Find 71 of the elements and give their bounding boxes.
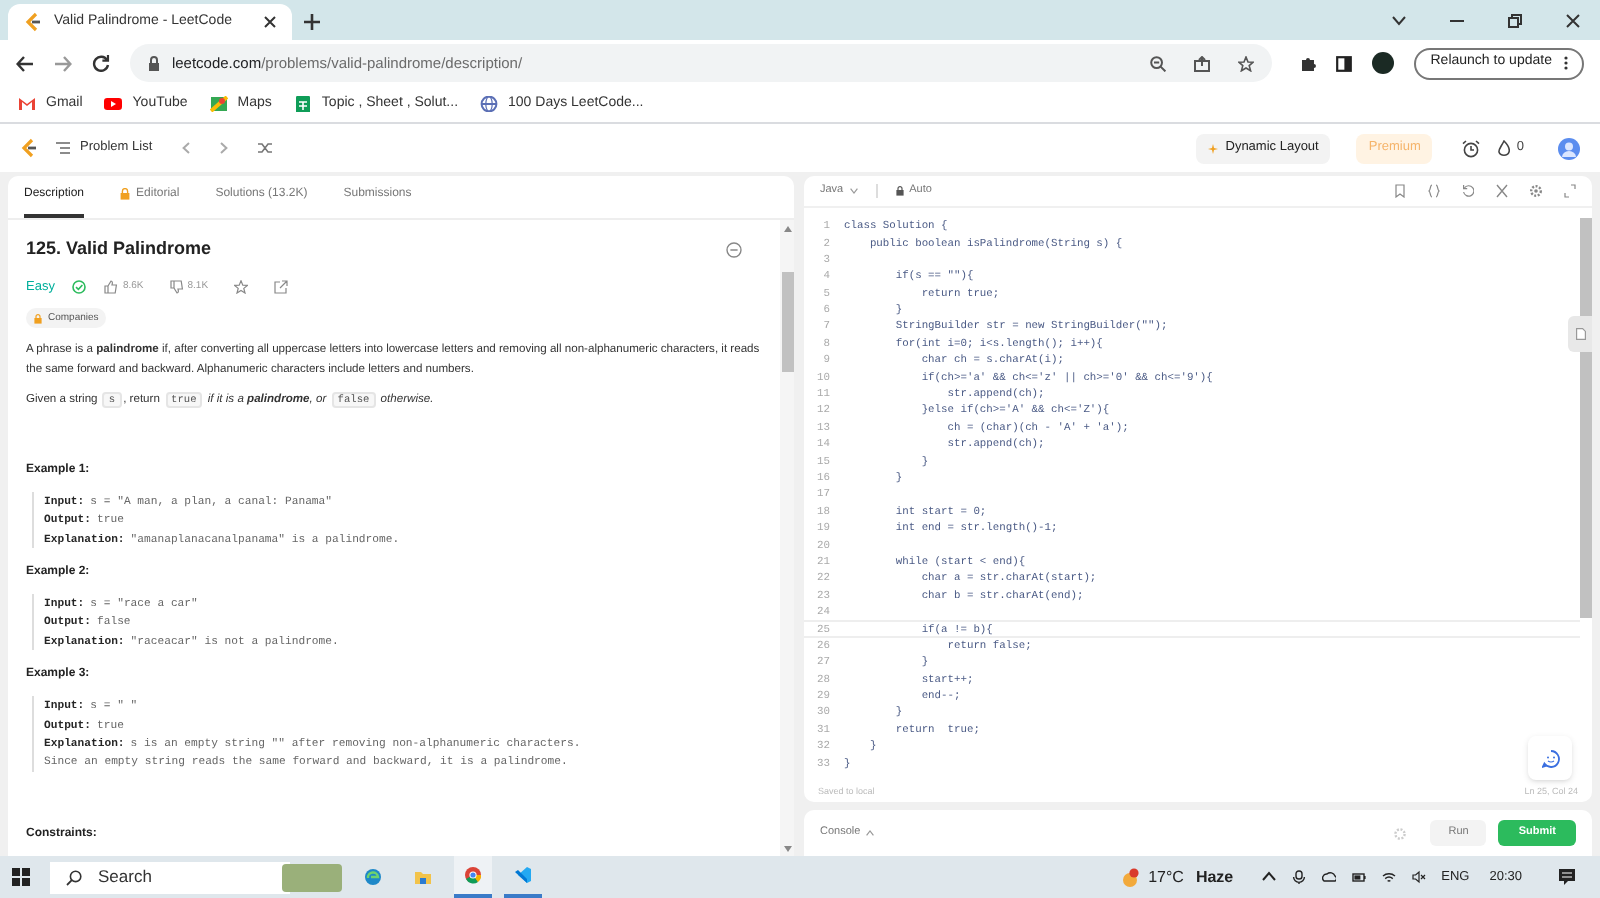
folder-icon[interactable] [414, 868, 432, 886]
reset-icon[interactable] [1462, 184, 1474, 198]
thumbs-up-icon [104, 279, 119, 294]
chrome-icon[interactable] [464, 866, 482, 884]
forward-arrow-icon[interactable] [53, 55, 72, 71]
side-panel-icon[interactable] [1336, 55, 1353, 71]
search-field[interactable]: Search [50, 861, 290, 893]
shuffle-icon[interactable] [258, 142, 273, 154]
wifi-icon[interactable] [1381, 870, 1396, 884]
leetcode-logo-icon [24, 12, 42, 32]
code-editor-icon[interactable] [514, 866, 532, 884]
check-circle-icon [72, 279, 87, 294]
speaker-muted-icon[interactable] [1411, 870, 1426, 884]
settings-icon[interactable] [1530, 184, 1542, 198]
document-icon [1575, 328, 1585, 340]
chevron-right-icon[interactable] [220, 142, 229, 154]
microphone-icon[interactable] [1291, 870, 1306, 884]
more-icon [1563, 56, 1568, 70]
side-tab[interactable] [1568, 316, 1592, 352]
lock-icon [34, 313, 42, 324]
map-icon [209, 95, 228, 113]
sparkle-icon [1207, 143, 1218, 153]
scroll-up-icon[interactable] [783, 226, 791, 232]
thumbs-down-icon [169, 279, 184, 294]
new-tab-icon[interactable] [304, 14, 320, 30]
bookmark-icon[interactable] [1394, 184, 1406, 198]
scrollbar-thumb[interactable] [1580, 218, 1592, 618]
close-icon[interactable] [264, 16, 276, 28]
play-icon [104, 95, 123, 113]
globe-icon [480, 95, 499, 113]
back-arrow-icon[interactable] [16, 55, 34, 71]
chevron-down-icon [849, 188, 858, 194]
share-icon[interactable] [274, 279, 289, 294]
network-cloud-icon[interactable] [1321, 870, 1336, 884]
spreadsheet-icon [293, 95, 312, 113]
reload-icon[interactable] [91, 54, 110, 72]
windows-logo-icon[interactable] [12, 868, 30, 886]
alarm-clock-icon[interactable] [1462, 139, 1481, 157]
profile-avatar[interactable] [1372, 52, 1395, 74]
chevron-left-icon[interactable] [182, 142, 191, 154]
chevron-down-icon[interactable] [1392, 16, 1406, 26]
scroll-down-icon[interactable] [783, 846, 791, 852]
chat-bubble-icon [1541, 749, 1559, 767]
mail-icon [18, 95, 36, 113]
list-icon [56, 142, 70, 154]
search-icon [66, 869, 82, 885]
chevron-up-icon [866, 830, 875, 836]
browser-icon[interactable] [364, 868, 382, 886]
more-options-icon[interactable] [726, 241, 742, 258]
close-icon[interactable] [1566, 14, 1580, 28]
star-icon[interactable] [234, 279, 249, 294]
scrollbar-thumb[interactable] [781, 272, 793, 372]
lock-icon [120, 188, 131, 200]
temperature: 17°C [1148, 865, 1184, 889]
weather-label: Haze [1195, 865, 1234, 889]
problem-title: 125. Valid Palindrome [26, 236, 212, 262]
star-icon[interactable] [1238, 55, 1255, 71]
battery-icon[interactable] [1351, 870, 1366, 884]
feedback-button[interactable] [1528, 736, 1572, 780]
lock-icon [895, 186, 904, 196]
leetcode-logo-icon[interactable] [20, 138, 38, 158]
restore-icon[interactable] [1508, 14, 1522, 28]
braces-icon[interactable] [1428, 184, 1440, 198]
weather-sun-icon[interactable] [1120, 867, 1141, 887]
user-avatar-icon[interactable] [1558, 137, 1580, 159]
chevron-up-icon[interactable] [1261, 870, 1276, 884]
share-icon[interactable] [1194, 55, 1211, 71]
lock-icon [147, 55, 160, 71]
zoom-icon[interactable] [1150, 55, 1167, 71]
notification-icon[interactable] [1558, 868, 1576, 886]
puzzle-icon[interactable] [1300, 55, 1317, 71]
